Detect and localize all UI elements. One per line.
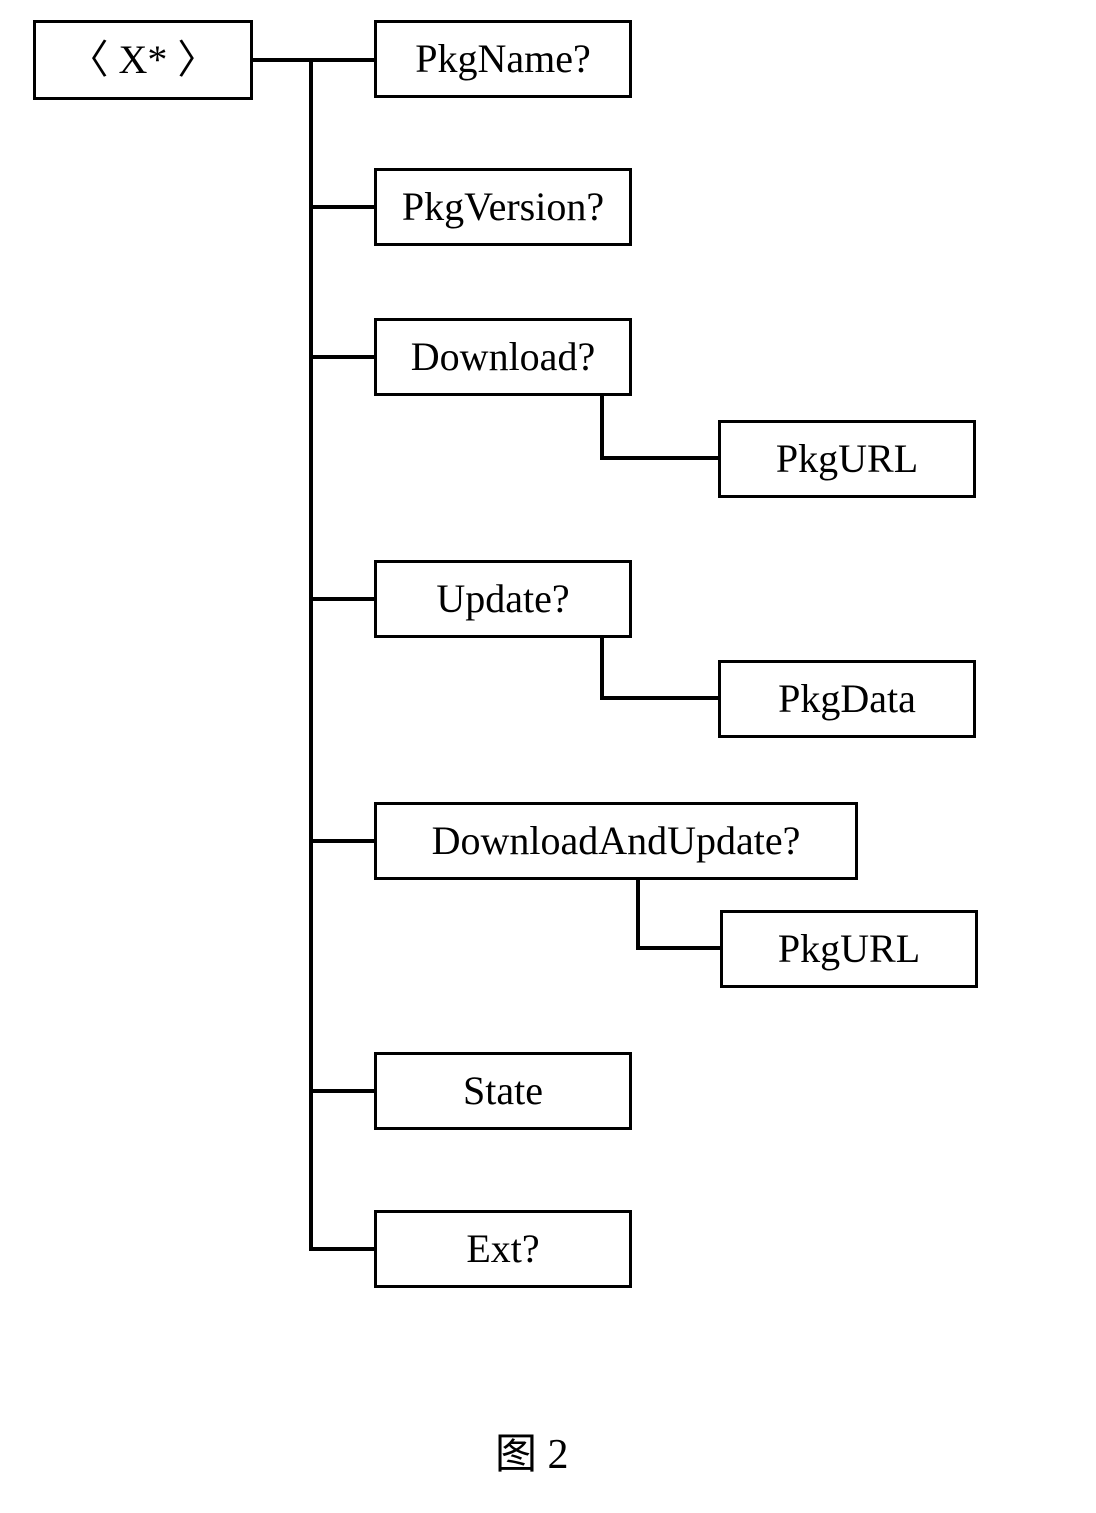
- node-root: 〈 X* 〉: [33, 20, 253, 100]
- figure-caption-text: 图 2: [495, 1432, 569, 1478]
- node-download-label: Download?: [411, 337, 595, 377]
- connector: [309, 58, 313, 1250]
- node-pkgversion: PkgVersion?: [374, 168, 632, 246]
- node-pkgversion-label: PkgVersion?: [402, 187, 604, 227]
- connector: [600, 396, 604, 460]
- connector: [600, 456, 718, 460]
- node-downloadandupdate-label: DownloadAndUpdate?: [432, 821, 801, 861]
- node-download-child: PkgURL: [718, 420, 976, 498]
- figure-caption: 图 2: [495, 1420, 569, 1481]
- connector: [600, 696, 718, 700]
- node-root-label: 〈 X* 〉: [69, 40, 218, 80]
- node-download-child-label: PkgURL: [776, 439, 918, 479]
- node-downloadandupdate-child-label: PkgURL: [778, 929, 920, 969]
- node-download: Download?: [374, 318, 632, 396]
- connector: [636, 946, 720, 950]
- connector: [600, 638, 604, 700]
- connector: [309, 58, 374, 62]
- connector: [309, 597, 374, 601]
- diagram-canvas: { "root": { "label": "〈 X* 〉" }, "nodes"…: [0, 0, 1096, 1513]
- node-pkgname: PkgName?: [374, 20, 632, 98]
- node-pkgname-label: PkgName?: [415, 39, 591, 79]
- connector: [309, 205, 374, 209]
- connector: [636, 880, 640, 950]
- node-ext-label: Ext?: [466, 1229, 539, 1269]
- node-downloadandupdate: DownloadAndUpdate?: [374, 802, 858, 880]
- connector: [309, 1247, 374, 1251]
- node-update-child: PkgData: [718, 660, 976, 738]
- node-ext: Ext?: [374, 1210, 632, 1288]
- connector: [309, 839, 374, 843]
- connector: [253, 58, 313, 62]
- node-update: Update?: [374, 560, 632, 638]
- connector: [309, 355, 374, 359]
- node-downloadandupdate-child: PkgURL: [720, 910, 978, 988]
- node-update-child-label: PkgData: [778, 679, 916, 719]
- node-state: State: [374, 1052, 632, 1130]
- connector: [309, 1089, 374, 1093]
- node-state-label: State: [463, 1071, 543, 1111]
- node-update-label: Update?: [436, 579, 569, 619]
